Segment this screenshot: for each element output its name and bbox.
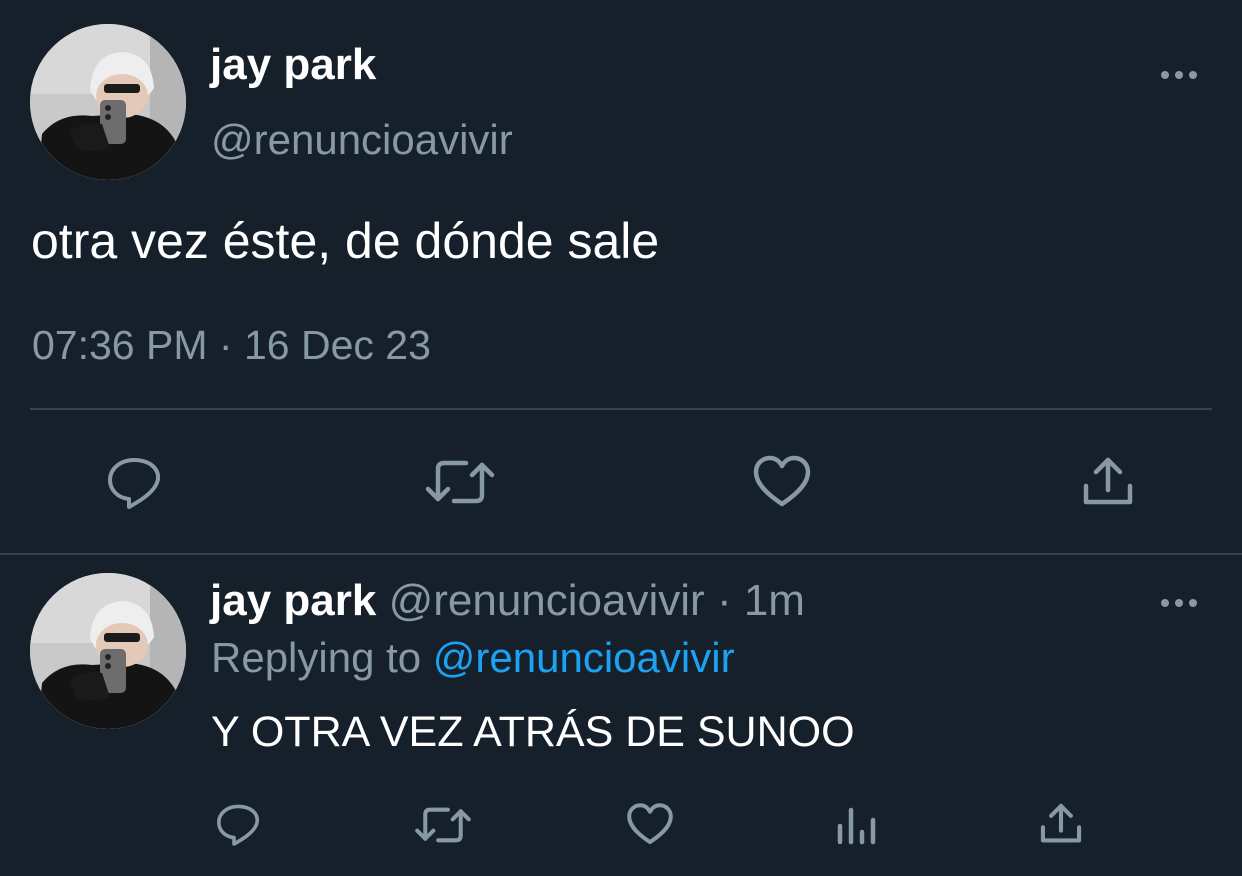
- avatar[interactable]: [30, 573, 186, 729]
- avatar-photo-icon: [30, 573, 186, 729]
- mention-link[interactable]: @renuncioavivir: [433, 634, 735, 681]
- divider: [0, 553, 1242, 555]
- reply-icon[interactable]: [104, 452, 164, 512]
- meta-separator: ·: [716, 576, 732, 625]
- more-options-icon[interactable]: [1159, 596, 1199, 610]
- tweet-age: 1m: [743, 576, 805, 625]
- reply-icon[interactable]: [214, 800, 262, 848]
- retweet-icon[interactable]: [424, 455, 496, 509]
- reply-header: jay park @renuncioavivir · 1m: [210, 576, 805, 626]
- avatar-photo-icon: [30, 24, 186, 180]
- retweet-icon[interactable]: [414, 803, 472, 847]
- tweet-text: Y OTRA VEZ ATRÁS DE SUNOO: [211, 708, 855, 756]
- analytics-icon[interactable]: [834, 802, 878, 846]
- tweet-time: 07:36 PM: [32, 322, 208, 368]
- replying-to: Replying to @renuncioavivir: [211, 634, 735, 682]
- main-tweet: jay park @renuncioavivir otra vez éste, …: [0, 0, 1242, 555]
- display-name[interactable]: jay park: [210, 576, 376, 625]
- like-icon[interactable]: [752, 454, 812, 510]
- replying-to-label: Replying to: [211, 634, 422, 681]
- like-icon[interactable]: [626, 802, 674, 847]
- tweet-text: otra vez éste, de dónde sale: [31, 213, 660, 269]
- more-options-icon[interactable]: [1159, 68, 1199, 82]
- meta-separator: ·: [218, 322, 233, 368]
- user-handle[interactable]: @renuncioavivir: [211, 116, 513, 164]
- avatar[interactable]: [30, 24, 186, 180]
- share-icon[interactable]: [1038, 801, 1084, 847]
- divider: [30, 408, 1212, 410]
- user-handle[interactable]: @renuncioavivir: [389, 576, 705, 625]
- share-icon[interactable]: [1080, 454, 1136, 510]
- display-name[interactable]: jay park: [210, 40, 376, 90]
- tweet-timestamp: 07:36 PM · 16 Dec 23: [32, 322, 431, 369]
- tweet-date: 16 Dec 23: [243, 322, 431, 368]
